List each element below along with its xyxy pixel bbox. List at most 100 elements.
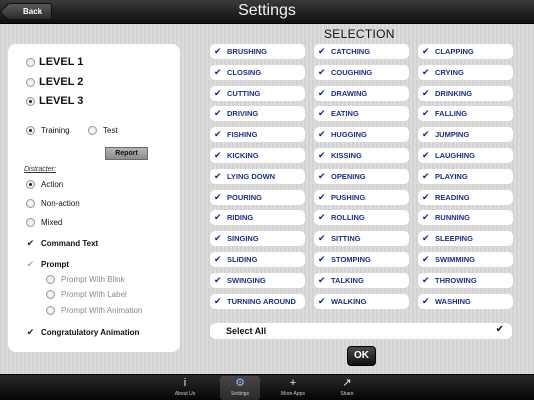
selection-item-label: COUGHING — [331, 67, 373, 77]
prompt-animation-option[interactable]: Prompt With Animation — [46, 306, 142, 315]
distracter-mixed-option[interactable]: Mixed — [26, 218, 62, 227]
tab-label: More Apps — [281, 391, 305, 397]
selection-item[interactable]: ✔ READING — [418, 189, 513, 205]
page-title: Settings — [238, 2, 296, 19]
tab-about-us[interactable]: i About Us — [165, 376, 205, 400]
checkmark-icon: ✔ — [318, 87, 326, 98]
selection-item[interactable]: ✔ FISHING — [210, 127, 305, 143]
selection-item[interactable]: ✔ SLEEPING — [418, 231, 513, 247]
selection-item[interactable]: ✔ WALKING — [314, 293, 409, 309]
report-button[interactable]: Report — [105, 147, 148, 160]
selection-item-label: ROLLING — [331, 213, 365, 223]
distracter-action-option[interactable]: Action — [26, 180, 63, 189]
selection-item[interactable]: ✔ ROLLING — [314, 210, 409, 226]
selection-item-label: TALKING — [331, 275, 364, 285]
selection-item[interactable]: ✔ CATCHING — [314, 44, 409, 59]
selection-item[interactable]: ✔ TURNING AROUND — [210, 293, 305, 309]
selection-item[interactable]: ✔ CLAPPING — [418, 44, 513, 59]
command-text-toggle[interactable]: ✔ Command Text — [26, 238, 98, 249]
selection-item-label: CLAPPING — [435, 47, 474, 56]
tab-bar: i About Us ⚙ Settings + More Apps ↗ Share — [0, 374, 534, 400]
checkmark-icon: ✔ — [214, 254, 222, 264]
checkmark-icon: ✔ — [214, 87, 222, 98]
command-text-label: Command Text — [41, 239, 99, 248]
ok-button[interactable]: OK — [347, 346, 376, 366]
checkmark-icon: ✔ — [318, 295, 326, 306]
level-1-option[interactable]: LEVEL 1 — [26, 56, 83, 68]
tab-more-apps[interactable]: + More Apps — [273, 376, 313, 400]
selection-item[interactable]: ✔ CLOSING — [210, 64, 305, 80]
selection-item[interactable]: ✔ PUSHING — [314, 189, 409, 205]
checkmark-icon: ✔ — [422, 191, 430, 202]
selection-item[interactable]: ✔ BRUSHING — [210, 44, 305, 59]
checkmark-icon: ✔ — [422, 87, 430, 98]
radio-icon — [26, 218, 35, 227]
selection-item[interactable]: ✔ RIDING — [210, 210, 305, 226]
selection-item[interactable]: ✔ SWINGING — [210, 272, 305, 288]
selection-item[interactable]: ✔ OPENING — [314, 168, 409, 184]
tab-label: Share — [340, 391, 354, 397]
selection-item[interactable]: ✔ LYING DOWN — [210, 168, 305, 184]
selection-item-label: TURNING AROUND — [227, 296, 296, 306]
selection-item[interactable]: ✔ SITTING — [314, 231, 409, 247]
selection-item-label: WASHING — [435, 296, 471, 306]
selection-item[interactable]: ✔ KISSING — [314, 148, 409, 163]
checkmark-icon: ✔ — [318, 233, 326, 244]
selection-item[interactable]: ✔ DRIVING — [210, 106, 305, 122]
radio-selected-icon — [26, 126, 35, 135]
level-3-option[interactable]: LEVEL 3 — [26, 95, 83, 107]
selection-item[interactable]: ✔ EATING — [314, 106, 409, 122]
selection-item[interactable]: ✔ WASHING — [418, 293, 513, 309]
selection-item[interactable]: ✔ SINGING — [210, 231, 305, 247]
selection-item-label: SITTING — [331, 234, 361, 244]
checkmark-icon: ✔ — [422, 150, 430, 160]
distracter-non-action-option[interactable]: Non-action — [26, 199, 80, 208]
selection-item[interactable]: ✔ CUTTING — [210, 85, 305, 101]
prompt-label-option[interactable]: Prompt With Label — [46, 290, 127, 299]
select-all-row[interactable]: Select All ✔ — [210, 323, 512, 339]
selection-item[interactable]: ✔ KICKING — [210, 148, 305, 163]
options-panel: LEVEL 1 LEVEL 2 LEVEL 3 Training Test Re… — [8, 44, 180, 352]
selection-item[interactable]: ✔ CRYING — [418, 64, 513, 80]
checkmark-icon: ✔ — [318, 66, 326, 77]
checkmark-icon: ✔ — [214, 212, 222, 223]
selection-item[interactable]: ✔ HUGGING — [314, 127, 409, 143]
training-option[interactable]: Training — [26, 126, 70, 135]
selection-item[interactable]: ✔ PLAYING — [418, 168, 513, 184]
level-1-label: LEVEL 1 — [39, 56, 84, 68]
congratulatory-toggle[interactable]: ✔ Congratulatory Animation — [26, 327, 140, 338]
selection-item[interactable]: ✔ RUNNING — [418, 210, 513, 226]
selection-item[interactable]: ✔ DRINKING — [418, 85, 513, 101]
selection-item[interactable]: ✔ SWIMMING — [418, 252, 513, 267]
selection-item[interactable]: ✔ DRAWING — [314, 85, 409, 101]
selection-item[interactable]: ✔ JUMPING — [418, 127, 513, 143]
selection-item[interactable]: ✔ COUGHING — [314, 64, 409, 80]
selection-item-label: KICKING — [227, 151, 259, 160]
share-icon: ↗ — [342, 377, 352, 389]
distracter-action-label: Action — [41, 180, 64, 189]
selection-item[interactable]: ✔ SLIDING — [210, 252, 305, 267]
training-label: Training — [41, 126, 70, 135]
distracter-non-action-label: Non-action — [41, 199, 80, 208]
test-option[interactable]: Test — [88, 126, 118, 135]
selection-item[interactable]: ✔ STOMPING — [314, 252, 409, 267]
selection-item[interactable]: ✔ POURING — [210, 189, 305, 205]
checkmark-icon: ✔ — [26, 238, 35, 248]
selection-item[interactable]: ✔ THROWING — [418, 272, 513, 288]
prompt-toggle[interactable]: ✔ Prompt — [26, 259, 69, 270]
selection-item-label: SWIMMING — [435, 255, 475, 264]
top-bar: Back Settings — [0, 0, 534, 24]
selection-item-label: READING — [435, 192, 470, 202]
selection-item-label: LYING DOWN — [227, 171, 276, 181]
level-2-option[interactable]: LEVEL 2 — [26, 76, 83, 88]
prompt-blink-option[interactable]: Prompt With Blink — [46, 275, 125, 284]
selection-item-label: THROWING — [435, 275, 477, 285]
tab-share[interactable]: ↗ Share — [327, 376, 367, 400]
radio-selected-icon — [26, 96, 35, 106]
selection-item[interactable]: ✔ LAUGHING — [418, 148, 513, 163]
tab-settings[interactable]: ⚙ Settings — [220, 376, 260, 400]
selection-item[interactable]: ✔ TALKING — [314, 272, 409, 288]
checkmark-icon: ✔ — [422, 170, 430, 181]
selection-item[interactable]: ✔ FALLING — [418, 106, 513, 122]
selection-item-label: LAUGHING — [435, 151, 475, 160]
